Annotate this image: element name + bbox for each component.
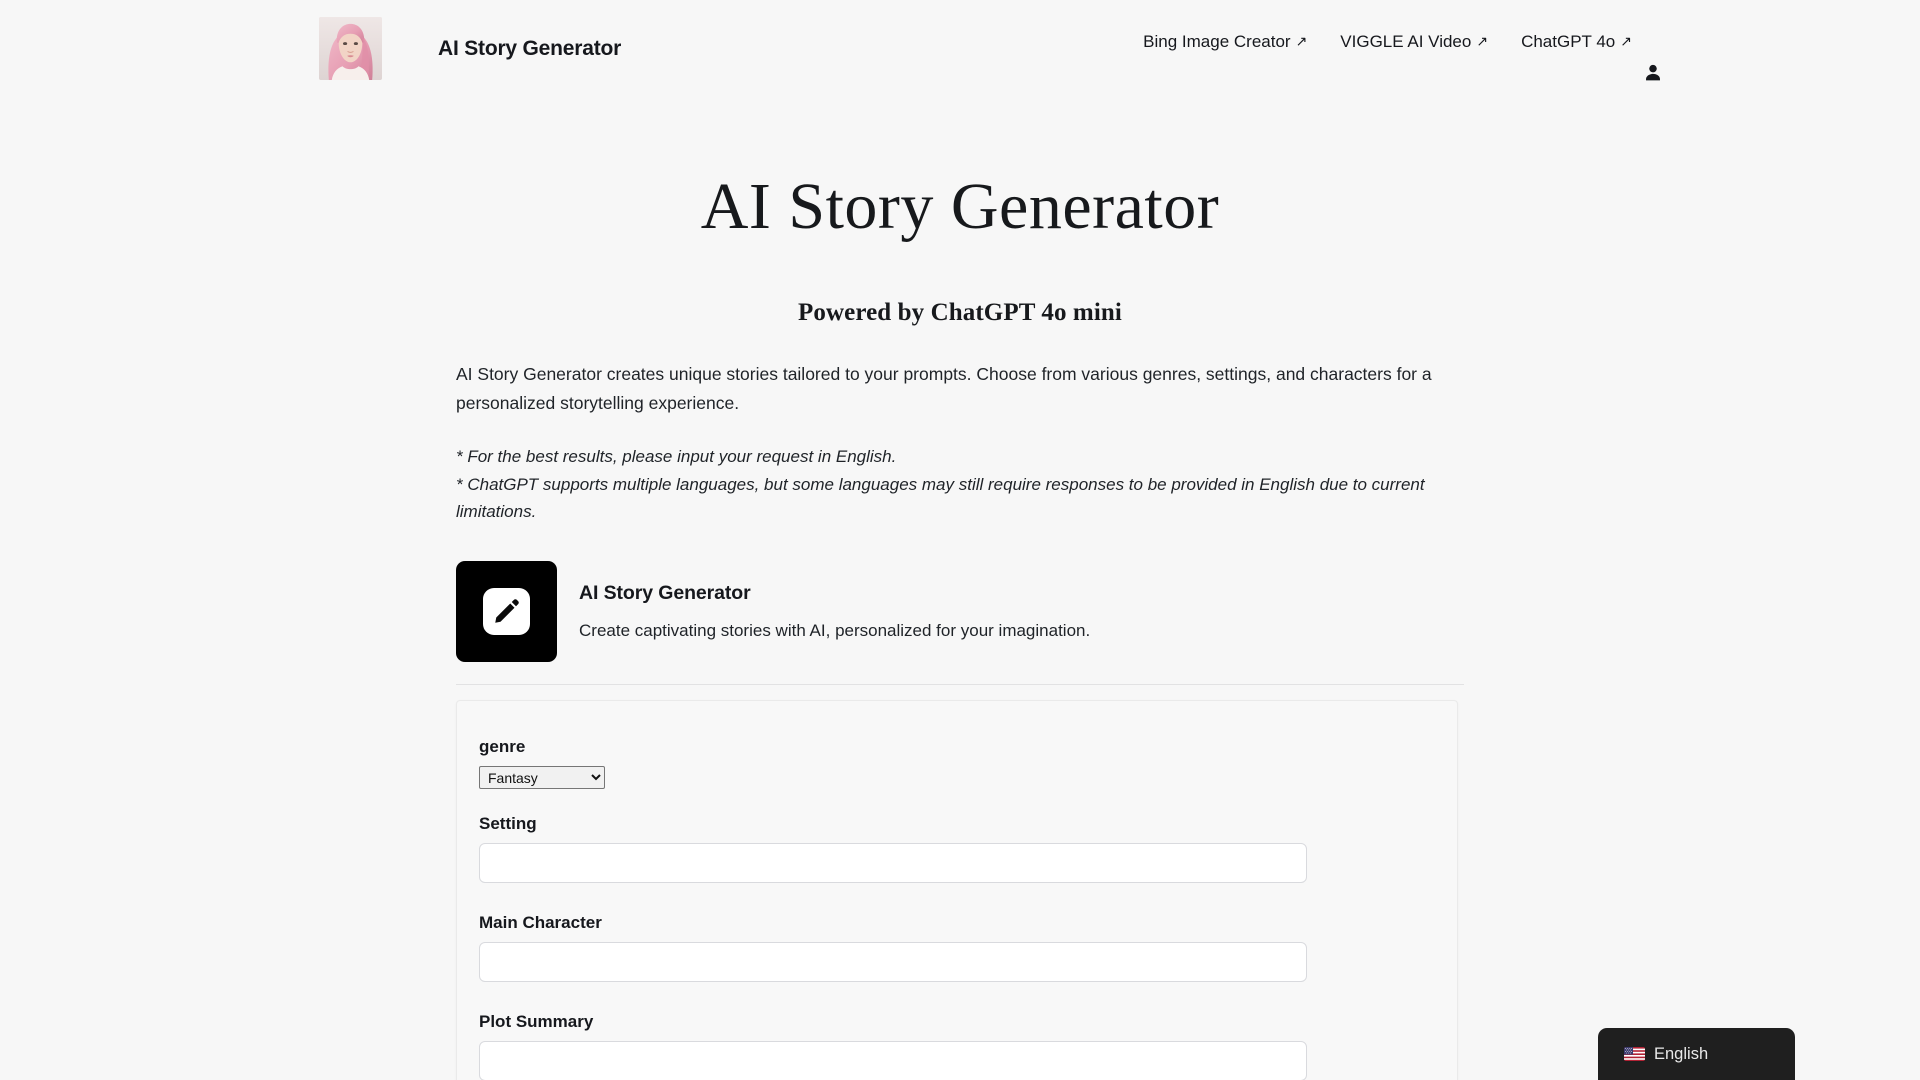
genre-label: genre <box>479 736 526 756</box>
main-navigation: Bing Image Creator ↗ VIGGLE AI Video ↗ C… <box>1143 32 1665 81</box>
nav-link-bing-image-creator[interactable]: Bing Image Creator ↗ <box>1143 32 1307 52</box>
note-line-1: * For the best results, please input you… <box>456 447 897 467</box>
language-label: English <box>1654 1044 1709 1063</box>
external-link-icon: ↗ <box>1476 33 1489 49</box>
page-main: AI Story Generator Powered by ChatGPT 4o… <box>0 98 1920 1080</box>
setting-label: Setting <box>479 813 537 833</box>
tool-description: Create captivating stories with AI, pers… <box>579 620 1091 640</box>
generator-form-card: genre Fantasy Setting Main Character Plo… <box>456 699 1458 1080</box>
nav-link-label: ChatGPT 4o <box>1521 32 1616 51</box>
intro-paragraph: AI Story Generator creates unique storie… <box>456 364 1432 413</box>
site-header: AI Story Generator Bing Image Creator ↗ … <box>0 0 1920 98</box>
plot-summary-label: Plot Summary <box>479 1011 594 1031</box>
nav-link-label: VIGGLE AI Video <box>1340 32 1472 51</box>
content-container: AI Story Generator Powered by ChatGPT 4o… <box>456 98 1464 1080</box>
tool-text-block: AI Story Generator Create captivating st… <box>557 561 1090 662</box>
brand-link[interactable]: AI Story Generator <box>319 17 621 80</box>
note-line-2: * ChatGPT supports multiple languages, b… <box>456 474 1425 522</box>
brand-title: AI Story Generator <box>438 36 622 60</box>
external-link-icon: ↗ <box>1295 33 1308 49</box>
us-flag-icon <box>1624 1047 1645 1061</box>
page-title: AI Story Generator <box>700 170 1220 243</box>
tool-icon-tile <box>456 560 557 662</box>
notes-block: * For the best results, please input you… <box>456 443 1456 526</box>
language-switcher[interactable]: English <box>1598 1028 1795 1080</box>
tool-name: AI Story Generator <box>579 581 751 604</box>
brand-logo-image <box>319 17 382 80</box>
page-subtitle: Powered by ChatGPT 4o mini <box>798 299 1122 327</box>
plot-summary-input[interactable] <box>479 1040 1307 1080</box>
pencil-icon <box>483 587 530 635</box>
setting-input[interactable] <box>479 842 1307 883</box>
nav-link-viggle-ai-video[interactable]: VIGGLE AI Video ↗ <box>1340 32 1488 52</box>
nav-link-label: Bing Image Creator <box>1143 32 1291 51</box>
nav-link-chatgpt-4o[interactable]: ChatGPT 4o ↗ <box>1521 32 1632 52</box>
tool-header: AI Story Generator Create captivating st… <box>456 560 1464 685</box>
person-icon[interactable] <box>1642 62 1664 84</box>
main-character-label: Main Character <box>479 912 602 932</box>
external-link-icon: ↗ <box>1620 33 1632 49</box>
genre-select[interactable]: Fantasy <box>479 765 605 789</box>
main-character-input[interactable] <box>479 941 1307 982</box>
